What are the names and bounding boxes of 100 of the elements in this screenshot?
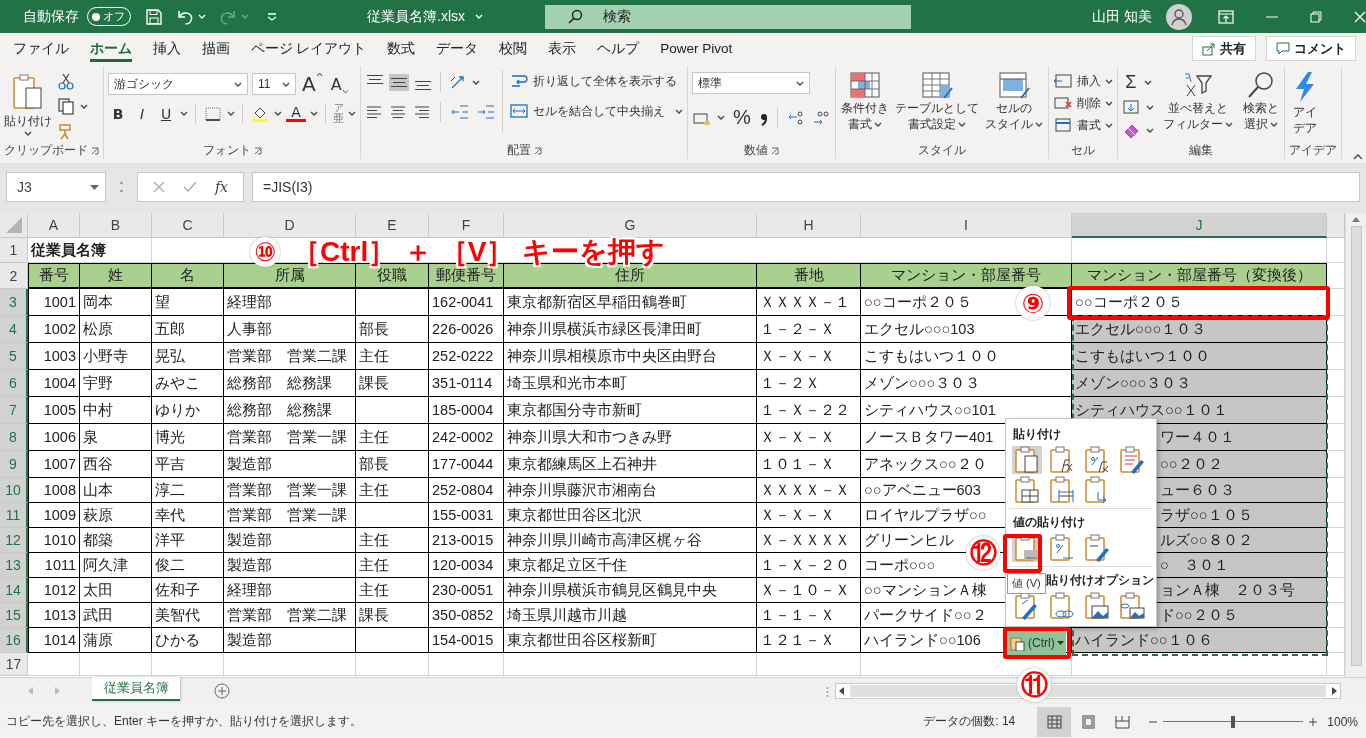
align-center-icon[interactable] <box>389 104 407 120</box>
dialog-launcher-icon[interactable] <box>91 147 99 155</box>
paste-option-button[interactable] <box>1012 476 1042 504</box>
dialog-launcher-icon[interactable] <box>770 147 779 155</box>
row-header[interactable]: 10 <box>0 478 28 503</box>
paste-option-button[interactable] <box>1047 476 1077 504</box>
vertical-scrollbar[interactable] <box>1345 213 1366 677</box>
paste-option-button[interactable] <box>1082 592 1112 620</box>
bold-button[interactable]: B <box>108 105 128 122</box>
dialog-launcher-icon[interactable] <box>533 147 542 155</box>
shrink-font-button[interactable]: A <box>328 74 351 94</box>
row-header[interactable]: 14 <box>0 578 28 603</box>
copy-icon[interactable] <box>56 97 76 115</box>
name-box[interactable]: J3 <box>6 172 106 202</box>
row-header[interactable]: 8 <box>0 424 28 451</box>
format-button[interactable]: 書式 <box>1052 116 1113 134</box>
row-header[interactable]: 13 <box>0 553 28 578</box>
search-field[interactable]: 検索 <box>545 4 911 29</box>
avatar-icon[interactable] <box>1166 3 1192 30</box>
vertical-align-button[interactable] <box>389 73 409 91</box>
row-header[interactable]: 7 <box>0 397 28 424</box>
formula-field[interactable]: =JIS(I3) <box>252 172 1360 202</box>
menu-tab[interactable]: Power Pivot <box>649 33 743 64</box>
menu-tab[interactable]: 描画 <box>191 33 240 64</box>
phonetic-button[interactable]: ア 亜 <box>333 103 344 124</box>
insert-button[interactable]: 挿入 <box>1052 72 1113 90</box>
menu-tab[interactable]: データ <box>425 33 489 64</box>
menu-tab[interactable]: ページ レイアウト <box>240 33 377 64</box>
paste-option-button[interactable] <box>1117 446 1147 474</box>
zoom-in-icon[interactable] <box>1309 717 1318 726</box>
view-button[interactable] <box>1037 706 1072 737</box>
filename-button[interactable]: 従業員名簿.xlsx <box>367 7 483 26</box>
row-header[interactable]: 5 <box>0 343 28 370</box>
row-header[interactable]: 17 <box>0 653 28 676</box>
minimize-icon[interactable] <box>1266 15 1278 18</box>
ribbon-display-icon[interactable] <box>1218 9 1234 24</box>
row-header[interactable]: 16 <box>0 628 28 653</box>
underline-button[interactable]: U <box>156 105 176 122</box>
column-header[interactable]: G <box>504 213 757 238</box>
grow-font-button[interactable]: A <box>300 72 325 96</box>
comment-button[interactable]: コメント <box>1266 36 1356 61</box>
sort-filter-button[interactable]: 並べ替えと フィルター <box>1161 70 1234 132</box>
column-header[interactable]: H <box>757 213 861 238</box>
row-header[interactable]: 4 <box>0 316 28 343</box>
row-header[interactable]: 11 <box>0 503 28 528</box>
share-button[interactable]: 共有 <box>1192 36 1256 61</box>
paste-option-button[interactable] <box>1082 534 1112 562</box>
scissors-icon[interactable] <box>56 72 76 90</box>
column-header[interactable]: B <box>80 213 152 238</box>
row-header[interactable]: 2 <box>0 263 28 289</box>
restore-icon[interactable] <box>1310 10 1322 23</box>
column-header[interactable]: D <box>224 213 356 238</box>
percent-button[interactable]: % <box>730 106 754 129</box>
font-name-field[interactable]: 游ゴシック <box>108 73 248 95</box>
autosum-button[interactable]: Σ <box>1121 72 1140 93</box>
italic-button[interactable]: I <box>132 105 152 122</box>
find-select-button[interactable]: 検索と 選択 <box>1241 70 1280 132</box>
save-icon[interactable] <box>145 7 163 26</box>
insert-function-button[interactable]: fx <box>214 179 228 195</box>
row-header[interactable]: 6 <box>0 370 28 397</box>
row-header[interactable]: 12 <box>0 528 28 553</box>
conditional-format-button[interactable]: 条件付き 書式 <box>839 70 890 132</box>
cell-styles-button[interactable]: セルの スタイル <box>983 70 1044 132</box>
row-header[interactable]: 15 <box>0 603 28 628</box>
collapse-ribbon-icon[interactable] <box>1353 154 1363 160</box>
row-header[interactable]: 9 <box>0 451 28 478</box>
wrap-text-button[interactable]: 折り返して全体を表示する <box>509 72 683 90</box>
fill-down-icon[interactable] <box>1121 98 1142 116</box>
slider-thumb[interactable] <box>1231 715 1236 728</box>
column-header[interactable]: F <box>429 213 504 238</box>
paste-options-button[interactable]: (Ctrl) <box>1007 631 1066 655</box>
column-header[interactable]: E <box>356 213 429 238</box>
column-header[interactable]: C <box>152 213 224 238</box>
font-size-field[interactable]: 11 <box>252 73 296 95</box>
sheet-tab[interactable]: 従業員名簿 <box>92 677 180 701</box>
row-header[interactable]: 3 <box>0 289 28 316</box>
menu-tab[interactable]: 校閲 <box>488 33 538 64</box>
format-as-table-button[interactable]: テーブルとして 書式設定 <box>893 70 980 132</box>
cancel-icon[interactable] <box>153 181 165 193</box>
menu-tab[interactable]: 表示 <box>537 33 587 64</box>
paste-option-button[interactable] <box>1117 592 1147 620</box>
column-header[interactable]: A <box>28 213 80 238</box>
ideas-button[interactable]: アイ デア <box>1288 70 1321 136</box>
menu-tab[interactable]: 数式 <box>376 33 426 64</box>
column-header[interactable]: J <box>1072 213 1327 238</box>
menu-tab[interactable]: ファイル <box>2 33 79 64</box>
add-sheet-icon[interactable] <box>214 683 230 699</box>
delete-button[interactable]: 削除 <box>1052 94 1113 112</box>
enter-icon[interactable] <box>182 181 197 193</box>
align-right-icon[interactable] <box>413 104 431 120</box>
row-header[interactable]: 1 <box>0 238 28 263</box>
paste-option-button[interactable] <box>1012 446 1042 474</box>
menu-tab[interactable]: 挿入 <box>142 33 191 64</box>
borders-icon[interactable] <box>203 104 223 123</box>
paste-button[interactable]: 貼り付け <box>4 70 52 136</box>
menu-tab[interactable]: ヘルプ <box>586 33 650 64</box>
number-format-field[interactable]: 標準 <box>692 72 810 94</box>
close-icon[interactable] <box>1354 10 1366 23</box>
font-color-button[interactable]: A <box>286 105 306 122</box>
dialog-launcher-icon[interactable] <box>253 147 262 155</box>
